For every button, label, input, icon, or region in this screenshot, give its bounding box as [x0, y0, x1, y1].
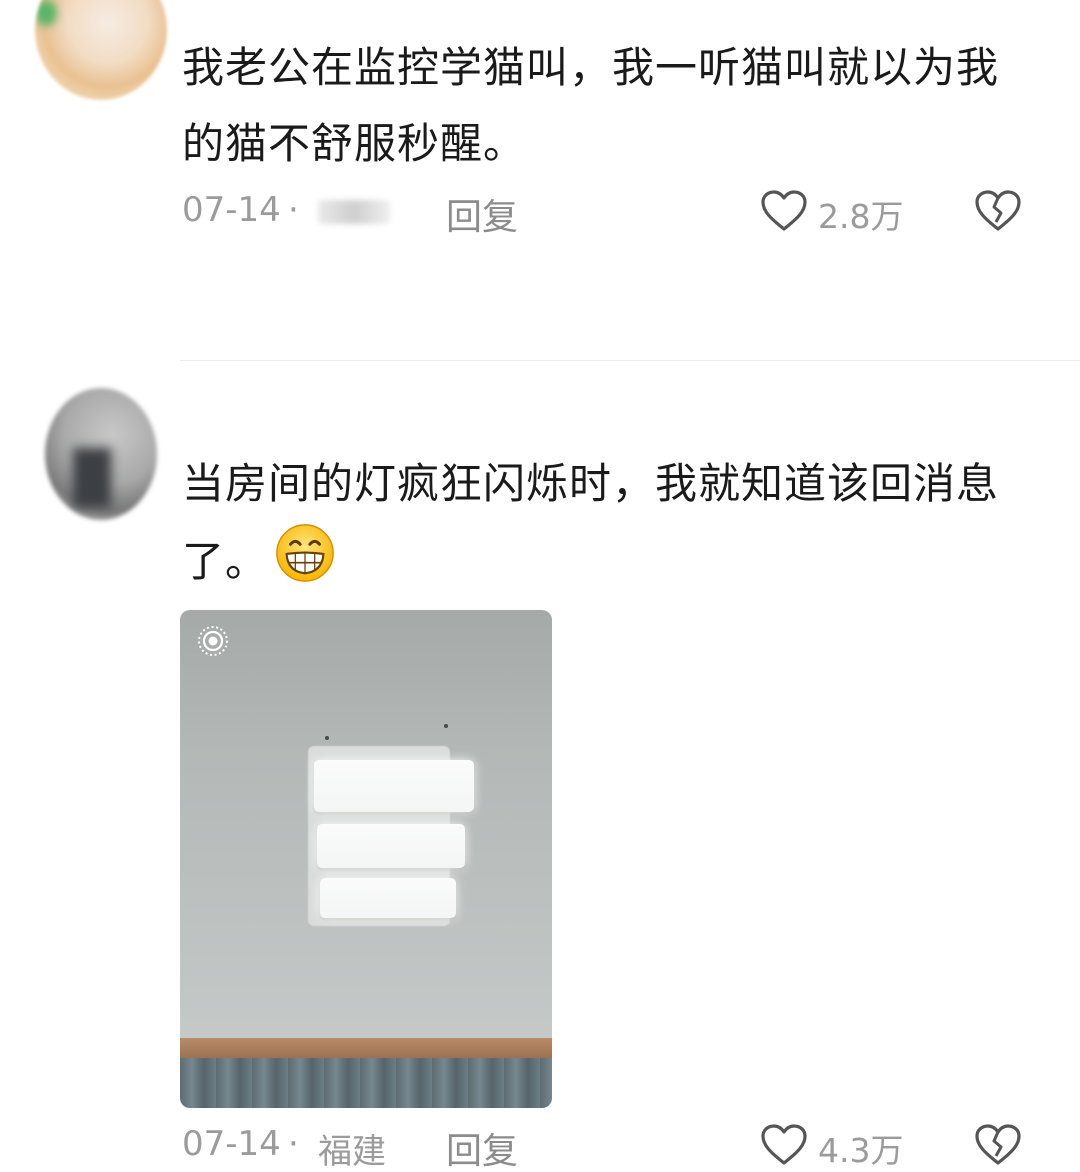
lamp-panel [317, 824, 465, 868]
divider [180, 360, 1080, 361]
grin-emoji-icon [276, 524, 334, 582]
location-blurred [318, 200, 390, 224]
live-photo-icon [198, 626, 228, 656]
dislike-button[interactable] [974, 1123, 1022, 1172]
broken-heart-icon [975, 190, 1021, 231]
separator-dot: · [288, 1124, 299, 1164]
comment-text: 我老公在监控学猫叫，我一听猫叫就以为我的猫不舒服秒醒。 [182, 43, 1000, 168]
avatar[interactable] [35, 0, 167, 100]
broken-heart-icon [975, 1124, 1021, 1165]
comment-list: 我老公在监控学猫叫，我一听猫叫就以为我的猫不舒服秒醒。 07-14 · 回复 2… [0, 0, 1080, 1172]
like-count: 4.3万 [818, 1131, 904, 1170]
comment-location: 福建 [318, 1132, 386, 1172]
lamp-panel [314, 760, 474, 812]
ceiling-screw [444, 724, 448, 728]
ceiling-screw [325, 736, 329, 740]
comment-meta: 07-14 · 回复 2.8万 [182, 186, 1042, 238]
separator-dot: · [288, 190, 299, 230]
like-count: 2.8万 [818, 197, 904, 236]
comment-text: 当房间的灯疯狂闪烁时，我就知道该回消息了。 [182, 446, 1022, 600]
heart-outline-icon [761, 190, 807, 231]
comment-date: 07-14 [182, 190, 281, 230]
reply-button[interactable]: 回复 [446, 188, 518, 240]
heart-outline-icon [761, 1124, 807, 1165]
wood-trim [180, 1038, 552, 1058]
dislike-button[interactable] [974, 189, 1022, 242]
avatar[interactable] [45, 388, 157, 520]
comment-photo[interactable] [180, 610, 552, 1108]
reply-button[interactable]: 回复 [446, 1122, 518, 1172]
curtain [180, 1058, 552, 1108]
comment-meta: 07-14 · 福建 回复 4.3万 [182, 1120, 1042, 1172]
comment-date: 07-14 [182, 1124, 281, 1164]
lamp-panel [320, 878, 456, 918]
